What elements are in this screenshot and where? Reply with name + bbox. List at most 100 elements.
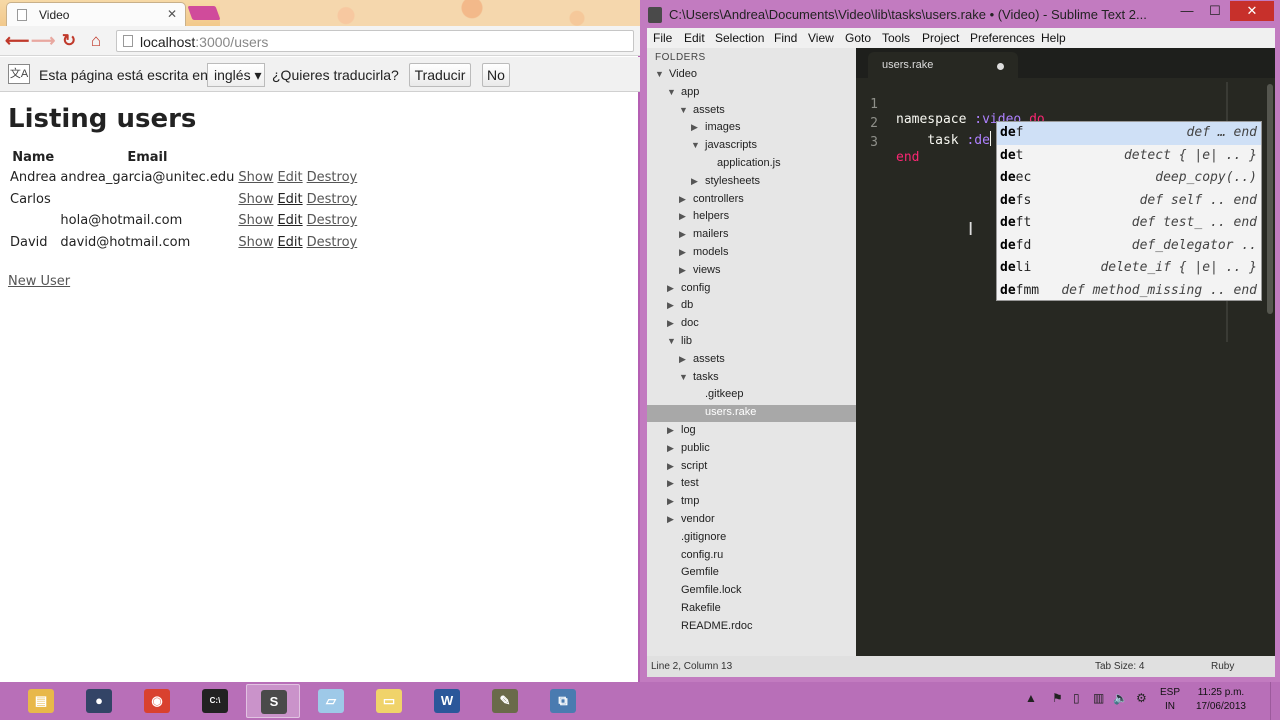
- tree-item-config-ru[interactable]: config.ru: [647, 548, 856, 565]
- taskbar-app-sublime-text[interactable]: S: [246, 684, 300, 718]
- autocomplete-item[interactable]: defd def_delegator ..: [997, 235, 1261, 258]
- tree-item-vendor[interactable]: ▶ vendor: [647, 512, 856, 529]
- menu-view[interactable]: View: [808, 31, 834, 45]
- expanded-arrow-icon[interactable]: ▼: [667, 87, 676, 97]
- menu-selection[interactable]: Selection: [715, 31, 764, 45]
- menu-tools[interactable]: Tools: [882, 31, 910, 45]
- autocomplete-item[interactable]: defs def self .. end: [997, 190, 1261, 213]
- taskbar-app-chrome[interactable]: ◉: [130, 684, 184, 718]
- tree-item-javascripts[interactable]: ▼ javascripts: [647, 138, 856, 155]
- tree-item-lib[interactable]: ▼ lib: [647, 334, 856, 351]
- no-translate-button[interactable]: No: [482, 63, 510, 87]
- collapsed-arrow-icon[interactable]: ▶: [679, 247, 686, 258]
- close-window-icon[interactable]: ✕: [1230, 1, 1274, 21]
- system-clock[interactable]: 11:25 p.m. 17/06/2013: [1196, 686, 1246, 714]
- tree-item-app[interactable]: ▼ app: [647, 85, 856, 102]
- taskbar-app-globe[interactable]: ●: [72, 684, 126, 718]
- collapsed-arrow-icon[interactable]: ▶: [667, 318, 674, 329]
- tree-item-models[interactable]: ▶ models: [647, 245, 856, 262]
- show-link[interactable]: Show: [238, 170, 273, 185]
- tree-item-assets[interactable]: ▼ assets: [647, 103, 856, 120]
- destroy-link[interactable]: Destroy: [307, 192, 358, 207]
- tree-item-mailers[interactable]: ▶ mailers: [647, 227, 856, 244]
- forward-arrow-icon[interactable]: ⟶: [31, 31, 55, 51]
- edit-link[interactable]: Edit: [277, 213, 302, 228]
- collapsed-arrow-icon[interactable]: ▶: [667, 300, 674, 311]
- collapsed-arrow-icon[interactable]: ▶: [679, 229, 686, 240]
- tree-item--gitkeep[interactable]: .gitkeep: [647, 387, 856, 404]
- tab-size[interactable]: Tab Size: 4: [1095, 661, 1144, 672]
- expanded-arrow-icon[interactable]: ▼: [679, 372, 688, 382]
- translate-button[interactable]: Traducir: [409, 63, 471, 87]
- maximize-icon[interactable]: ☐: [1202, 2, 1228, 22]
- edit-link[interactable]: Edit: [277, 170, 302, 185]
- edit-link[interactable]: Edit: [277, 235, 302, 250]
- collapsed-arrow-icon[interactable]: ▶: [679, 265, 686, 276]
- tree-item-gemfile-lock[interactable]: Gemfile.lock: [647, 583, 856, 600]
- menu-help[interactable]: Help: [1041, 31, 1066, 45]
- tree-item-controllers[interactable]: ▶ controllers: [647, 192, 856, 209]
- collapsed-arrow-icon[interactable]: ▶: [679, 194, 686, 205]
- editor-tab-users-rake[interactable]: users.rake: [868, 52, 1018, 78]
- home-icon[interactable]: ⌂: [86, 31, 106, 51]
- code-editor[interactable]: users.rake 1 namespace :video do 2 task …: [856, 48, 1275, 656]
- expanded-arrow-icon[interactable]: ▼: [655, 69, 664, 79]
- collapsed-arrow-icon[interactable]: ▶: [667, 425, 674, 436]
- autocomplete-item[interactable]: deli delete_if { |e| .. }: [997, 257, 1261, 280]
- new-user-link[interactable]: New User: [8, 274, 70, 289]
- tree-item-gemfile[interactable]: Gemfile: [647, 565, 856, 582]
- show-desktop-button[interactable]: [1270, 682, 1280, 720]
- address-bar[interactable]: localhost:3000/users: [116, 30, 634, 52]
- taskbar-app-folder[interactable]: ▭: [362, 684, 416, 718]
- reload-icon[interactable]: ↻: [59, 31, 79, 51]
- menu-preferences[interactable]: Preferences: [970, 31, 1035, 45]
- menu-project[interactable]: Project: [922, 31, 959, 45]
- collapsed-arrow-icon[interactable]: ▶: [679, 354, 686, 365]
- input-language[interactable]: ESP IN: [1160, 686, 1180, 714]
- tree-item-tasks[interactable]: ▼ tasks: [647, 370, 856, 387]
- new-tab-button[interactable]: [187, 6, 221, 20]
- tree-item-readme-rdoc[interactable]: README.rdoc: [647, 619, 856, 636]
- destroy-link[interactable]: Destroy: [307, 170, 358, 185]
- menu-file[interactable]: File: [653, 31, 672, 45]
- editor-scrollbar[interactable]: [1267, 84, 1273, 314]
- tree-item-users-rake[interactable]: users.rake: [647, 405, 856, 423]
- tray-expand-icon[interactable]: ▲: [1025, 691, 1037, 705]
- tree-item-config[interactable]: ▶ config: [647, 281, 856, 298]
- menu-edit[interactable]: Edit: [684, 31, 705, 45]
- destroy-link[interactable]: Destroy: [307, 235, 358, 250]
- close-tab-icon[interactable]: ✕: [167, 7, 177, 21]
- tree-item-test[interactable]: ▶ test: [647, 476, 856, 493]
- tree-item-rakefile[interactable]: Rakefile: [647, 601, 856, 618]
- collapsed-arrow-icon[interactable]: ▶: [679, 211, 686, 222]
- autocomplete-item[interactable]: defmm def method_missing .. end: [997, 280, 1261, 303]
- language-select[interactable]: inglés ▾: [207, 63, 265, 87]
- tree-item-helpers[interactable]: ▶ helpers: [647, 209, 856, 226]
- autocomplete-item[interactable]: det detect { |e| .. }: [997, 145, 1261, 168]
- back-arrow-icon[interactable]: ⟵: [5, 31, 29, 51]
- browser-tab-video[interactable]: Video ✕: [6, 2, 186, 26]
- flag-icon[interactable]: ⚑: [1052, 691, 1063, 705]
- tree-item-public[interactable]: ▶ public: [647, 441, 856, 458]
- collapsed-arrow-icon[interactable]: ▶: [667, 461, 674, 472]
- taskbar-app-remote[interactable]: ⧉: [536, 684, 590, 718]
- collapsed-arrow-icon[interactable]: ▶: [667, 283, 674, 294]
- syntax-mode[interactable]: Ruby: [1211, 661, 1234, 672]
- minimize-icon[interactable]: —: [1174, 2, 1200, 22]
- tree-item--gitignore[interactable]: .gitignore: [647, 530, 856, 547]
- tray-app-icon[interactable]: ⚙: [1136, 691, 1147, 705]
- expanded-arrow-icon[interactable]: ▼: [679, 105, 688, 115]
- collapsed-arrow-icon[interactable]: ▶: [667, 443, 674, 454]
- edit-link[interactable]: Edit: [277, 192, 302, 207]
- tree-item-video[interactable]: ▼ Video: [647, 67, 856, 84]
- tree-item-stylesheets[interactable]: ▶ stylesheets: [647, 174, 856, 191]
- collapsed-arrow-icon[interactable]: ▶: [691, 122, 698, 133]
- autocomplete-item[interactable]: deft def test_ .. end: [997, 212, 1261, 235]
- taskbar-app-tool[interactable]: ✎: [478, 684, 532, 718]
- expanded-arrow-icon[interactable]: ▼: [667, 336, 676, 346]
- show-link[interactable]: Show: [238, 235, 273, 250]
- destroy-link[interactable]: Destroy: [307, 213, 358, 228]
- network-icon[interactable]: ▥: [1093, 691, 1104, 705]
- menu-find[interactable]: Find: [774, 31, 797, 45]
- tree-item-images[interactable]: ▶ images: [647, 120, 856, 137]
